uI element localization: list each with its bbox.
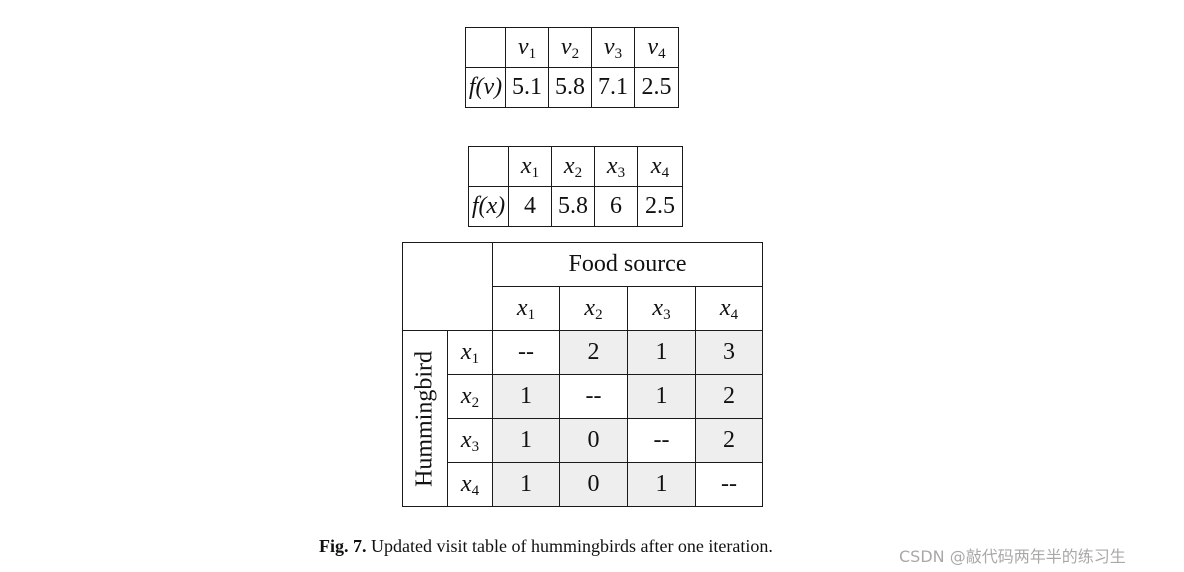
row-label-cell: f(v) bbox=[465, 67, 506, 108]
visit-count-cell: 2 bbox=[559, 330, 628, 375]
column-header-cell: x3 bbox=[627, 286, 696, 331]
row-header-cell: x3 bbox=[447, 418, 493, 463]
visit-count-cell: 3 bbox=[695, 330, 763, 375]
caption-text: Updated visit table of hummingbirds afte… bbox=[366, 536, 773, 556]
column-header-cell: x2 bbox=[559, 286, 628, 331]
visit-count-cell: -- bbox=[627, 418, 696, 463]
table-row: x3 1 0 -- 2 bbox=[403, 418, 763, 463]
column-group-row: Food source bbox=[402, 242, 763, 331]
empty-corner-cell bbox=[402, 242, 493, 331]
visit-count-cell: 2 bbox=[695, 374, 763, 419]
header-cell: v3 bbox=[591, 27, 635, 68]
visit-table: Food source x1 x2 x3 x4 Hummingbird x1 -- 2 1 3 x… bbox=[402, 242, 763, 507]
header-cell: v2 bbox=[548, 27, 592, 68]
table-header-row: v1 v2 v3 v4 bbox=[465, 27, 679, 68]
visit-count-cell: 1 bbox=[492, 462, 560, 507]
table-header-row: x1 x2 x3 x4 bbox=[468, 146, 683, 187]
visit-count-cell: 0 bbox=[559, 418, 628, 463]
table-row: f(x) 4 5.8 6 2.5 bbox=[468, 186, 683, 227]
value-cell: 7.1 bbox=[591, 67, 635, 108]
figure-label: Fig. 7. bbox=[319, 536, 367, 556]
column-header-cell: x1 bbox=[492, 286, 560, 331]
value-cell: 2.5 bbox=[634, 67, 679, 108]
row-header-cell: x1 bbox=[447, 330, 493, 375]
column-group-label: Food source bbox=[492, 242, 763, 287]
table-row: Hummingbird x1 -- 2 1 3 bbox=[402, 330, 763, 507]
figure-caption: Fig. 7. Updated visit table of hummingbi… bbox=[319, 536, 773, 557]
value-cell: 5.8 bbox=[548, 67, 592, 108]
visit-count-cell: -- bbox=[695, 462, 763, 507]
visit-count-cell: 2 bbox=[695, 418, 763, 463]
table-row: f(v) 5.1 5.8 7.1 2.5 bbox=[465, 67, 679, 108]
visit-count-cell: 1 bbox=[492, 418, 560, 463]
header-cell: v1 bbox=[505, 27, 549, 68]
fitness-table-v: v1 v2 v3 v4 f(v) 5.1 5.8 7.1 2.5 bbox=[465, 27, 679, 108]
visit-count-cell: 0 bbox=[559, 462, 628, 507]
empty-corner-cell bbox=[465, 27, 506, 68]
watermark: CSDN @敲代码两年半的练习生 bbox=[899, 547, 1126, 566]
visit-count-cell: -- bbox=[492, 330, 560, 375]
row-group-label-cell: Hummingbird bbox=[402, 330, 448, 507]
row-header-cell: x4 bbox=[447, 462, 493, 507]
header-cell: x1 bbox=[508, 146, 552, 187]
header-cell: v4 bbox=[634, 27, 679, 68]
value-cell: 4 bbox=[508, 186, 552, 227]
visit-count-cell: 1 bbox=[627, 374, 696, 419]
fitness-table-x: x1 x2 x3 x4 f(x) 4 5.8 6 2.5 bbox=[468, 146, 683, 227]
table-row: x2 1 -- 1 2 bbox=[403, 374, 763, 419]
row-label-cell: f(x) bbox=[468, 186, 509, 227]
visit-count-cell: -- bbox=[559, 374, 628, 419]
header-cell: x4 bbox=[637, 146, 683, 187]
table-row: x4 1 0 1 -- bbox=[403, 462, 763, 507]
row-group-label: Hummingbird bbox=[411, 350, 438, 487]
value-cell: 6 bbox=[594, 186, 638, 227]
visit-count-cell: 1 bbox=[492, 374, 560, 419]
row-header-cell: x2 bbox=[447, 374, 493, 419]
header-cell: x3 bbox=[594, 146, 638, 187]
visit-count-cell: 1 bbox=[627, 462, 696, 507]
value-cell: 5.1 bbox=[505, 67, 549, 108]
value-cell: 5.8 bbox=[551, 186, 595, 227]
value-cell: 2.5 bbox=[637, 186, 683, 227]
empty-corner-cell bbox=[468, 146, 509, 187]
header-cell: x2 bbox=[551, 146, 595, 187]
visit-count-cell: 1 bbox=[627, 330, 696, 375]
column-header-cell: x4 bbox=[695, 286, 763, 331]
